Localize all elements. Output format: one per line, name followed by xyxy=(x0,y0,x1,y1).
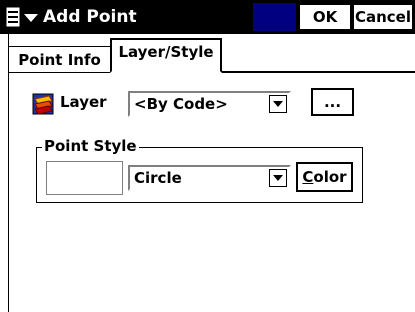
layer-select[interactable]: <By Code> xyxy=(128,91,291,117)
tab-layer-style-label: Layer/Style xyxy=(118,42,214,61)
title-bar: Add Point OK Cancel xyxy=(0,0,415,34)
window-title: Add Point xyxy=(43,7,137,27)
start-menu-icon[interactable] xyxy=(2,3,42,31)
tab-point-info[interactable]: Point Info xyxy=(8,46,111,72)
color-button-label: olor xyxy=(313,168,347,186)
layer-select-value: <By Code> xyxy=(134,95,228,113)
point-style-select[interactable]: Circle xyxy=(128,165,291,191)
layer-icon xyxy=(32,93,56,115)
title-accent-block xyxy=(253,3,296,31)
point-style-group-label: Point Style xyxy=(42,137,139,155)
left-frame-border xyxy=(0,34,9,312)
ok-button[interactable]: OK xyxy=(298,3,352,31)
layer-label: Layer xyxy=(60,93,107,111)
color-button[interactable]: Color xyxy=(296,162,353,192)
browse-layer-button[interactable]: ... xyxy=(311,88,354,116)
tab-point-info-label: Point Info xyxy=(18,50,101,69)
chevron-down-icon[interactable] xyxy=(269,169,287,187)
color-button-mnemonic: C xyxy=(302,168,314,186)
point-style-select-value: Circle xyxy=(134,169,182,187)
point-style-preview xyxy=(46,161,123,195)
cancel-button[interactable]: Cancel xyxy=(352,3,414,31)
tab-layer-style[interactable]: Layer/Style xyxy=(110,38,222,73)
chevron-down-icon[interactable] xyxy=(269,95,287,113)
